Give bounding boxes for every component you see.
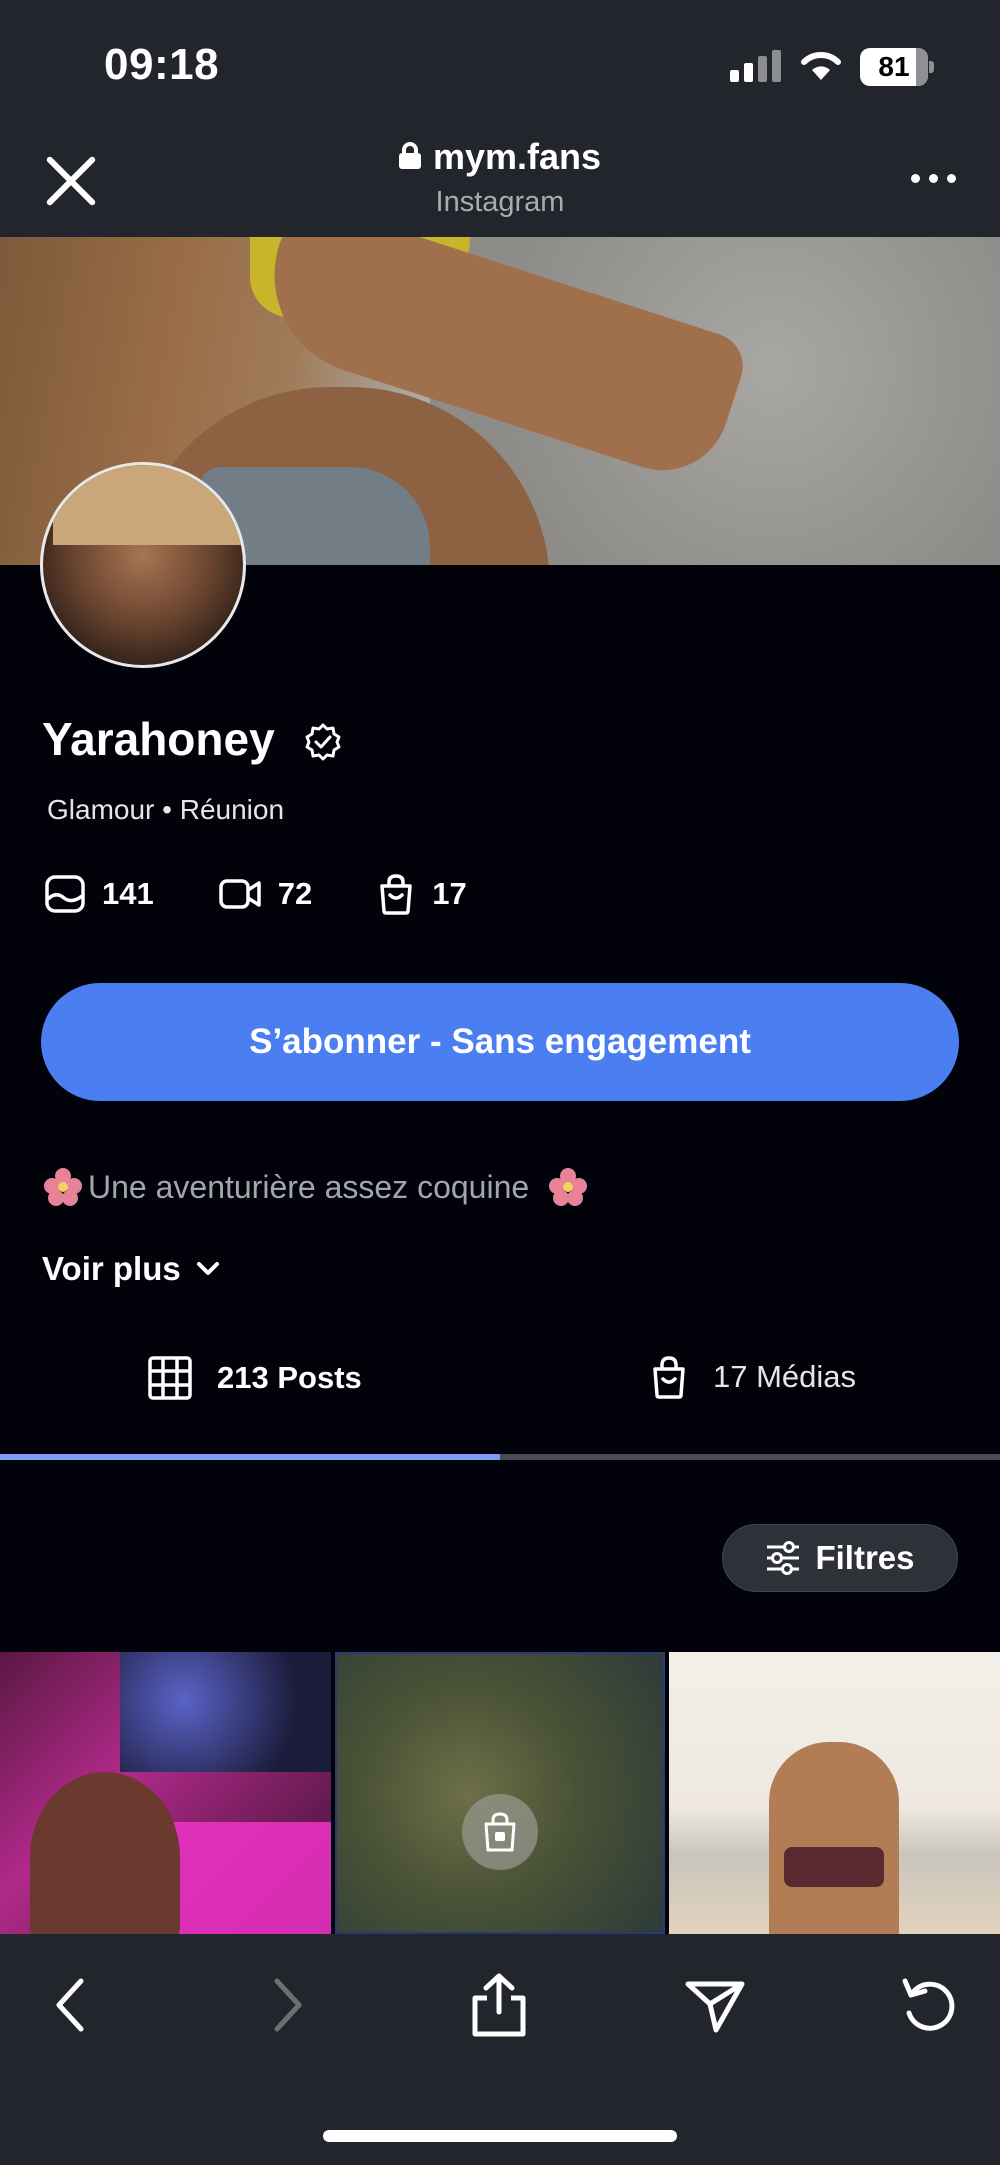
tab-posts[interactable]: 213 Posts: [147, 1355, 362, 1401]
share-icon[interactable]: [464, 1970, 534, 2040]
wifi-icon: [801, 51, 841, 80]
send-icon[interactable]: [680, 1970, 750, 2040]
bio-fade: [0, 1214, 1000, 1226]
filters-button[interactable]: Filtres: [722, 1524, 958, 1592]
hibiscus-icon: [549, 1168, 588, 1206]
profile-name-row: Yarahoney: [42, 712, 343, 766]
back-icon[interactable]: [36, 1970, 106, 2040]
browser-header: mym.fans Instagram: [0, 130, 1000, 237]
tab-medias[interactable]: 17 Médias: [649, 1355, 856, 1399]
lock-icon: [398, 142, 421, 169]
stat-videos: 72: [218, 873, 312, 915]
forward-icon[interactable]: [252, 1970, 322, 2040]
post-thumbnail[interactable]: [0, 1652, 331, 1934]
stat-photos: 141: [44, 873, 154, 915]
see-more-label: Voir plus: [42, 1250, 181, 1287]
battery-level: 81: [860, 48, 928, 86]
profile-name: Yarahoney: [42, 713, 275, 765]
reload-icon[interactable]: [894, 1970, 964, 2040]
post-thumbnail-locked[interactable]: [335, 1652, 665, 1934]
filters-label: Filtres: [815, 1539, 915, 1576]
subscribe-button[interactable]: S’abonner - Sans engagement: [41, 983, 959, 1101]
bag-icon: [653, 1356, 685, 1399]
more-icon[interactable]: [911, 174, 956, 183]
tab-active-indicator: [0, 1454, 500, 1460]
battery-icon: 81: [860, 48, 934, 86]
bio-text: Une aventurière assez coquine: [88, 1168, 530, 1205]
video-icon: [218, 879, 261, 909]
photo-icon: [45, 875, 85, 913]
address-area[interactable]: mym.fans Instagram: [0, 136, 1000, 219]
status-bar: 09:18 81: [0, 0, 1000, 130]
see-more-button[interactable]: Voir plus: [42, 1250, 221, 1288]
post-thumbnail[interactable]: [669, 1652, 1000, 1934]
profile-bio: Une aventurière assez coquine: [44, 1168, 588, 1206]
tab-medias-label: 17 Médias: [713, 1359, 857, 1394]
domain-label: mym.fans: [432, 136, 602, 177]
bag-icon: [380, 874, 412, 915]
tab-posts-label: 213 Posts: [217, 1360, 362, 1395]
locked-content-icon: [462, 1794, 538, 1870]
filter-icon: [767, 1541, 800, 1575]
verified-icon: [305, 723, 341, 761]
stat-media: 17: [376, 873, 467, 915]
home-indicator[interactable]: [323, 2130, 677, 2142]
grid-icon: [148, 1356, 192, 1400]
source-label: Instagram: [435, 186, 565, 218]
chevron-down-icon: [196, 1262, 219, 1275]
profile-tagline: Glamour • Réunion: [47, 794, 285, 825]
status-time: 09:18: [104, 40, 220, 89]
avatar[interactable]: [40, 462, 246, 668]
signal-icon: [730, 50, 782, 82]
profile-stats: 141 72 17: [44, 873, 531, 915]
hibiscus-icon: [44, 1168, 82, 1206]
